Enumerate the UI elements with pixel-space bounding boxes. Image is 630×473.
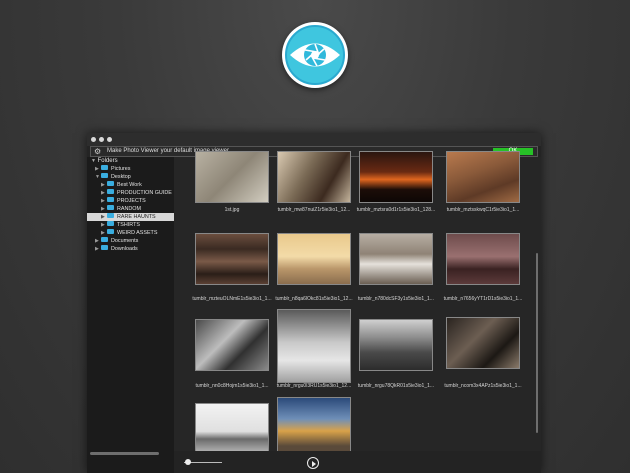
close-window-button[interactable] bbox=[91, 137, 96, 142]
thumbnail-caption: tumblr_n780dcSF3y1s5ie3io1_1... bbox=[358, 296, 434, 302]
folder-icon bbox=[101, 237, 108, 243]
play-icon[interactable] bbox=[307, 457, 319, 469]
folder-icon bbox=[107, 181, 114, 187]
sidebar-item-best-work[interactable]: ▶ Best Work bbox=[101, 181, 142, 189]
app-logo-icon bbox=[282, 22, 348, 88]
thumbnail-image[interactable] bbox=[446, 151, 520, 203]
folder-icon bbox=[101, 173, 108, 179]
thumbnail-image[interactable] bbox=[195, 319, 269, 371]
photo-viewer-window: ⚙ Make Photo Viewer your default image v… bbox=[87, 133, 541, 473]
folder-icon bbox=[107, 229, 114, 235]
sidebar-item-documents[interactable]: ▶ Documents bbox=[95, 237, 138, 245]
thumbnail-caption: tumblr_ncom3x4APz1s5ie3io1_1... bbox=[444, 383, 522, 389]
thumbnail-image[interactable] bbox=[277, 233, 351, 285]
thumbnail-image[interactable] bbox=[195, 151, 269, 203]
folder-icon bbox=[101, 245, 108, 251]
folder-icon bbox=[107, 221, 114, 227]
zoom-window-button[interactable] bbox=[107, 137, 112, 142]
thumbnail-caption: 1st.jpg bbox=[224, 207, 240, 213]
thumbnail-caption: tumblr_n7656yYT1rD1s5ie3io1_1... bbox=[443, 296, 523, 302]
sidebar-item-downloads[interactable]: ▶ Downloads bbox=[95, 245, 138, 253]
window-titlebar bbox=[87, 133, 541, 146]
sidebar-item-weird-assets[interactable]: ▶ WEIRD ASSETS bbox=[101, 229, 157, 237]
gear-icon: ⚙ bbox=[94, 147, 102, 156]
thumbnail-image[interactable] bbox=[359, 319, 433, 371]
folder-icon bbox=[107, 189, 114, 195]
thumbnail-image[interactable] bbox=[359, 233, 433, 285]
sidebar-item-desktop[interactable]: ▼ Desktop bbox=[95, 173, 131, 181]
sidebar-item-pictures[interactable]: ▶ Pictures bbox=[95, 165, 130, 173]
thumbnail-caption: tumblr_mzteuOLNmE1s5ie3io1_1... bbox=[192, 296, 272, 302]
sidebar-item-random[interactable]: ▶ RANDOM bbox=[101, 205, 141, 213]
folders-header: ▼ Folders bbox=[91, 158, 118, 164]
chevron-down-icon[interactable]: ▼ bbox=[91, 158, 96, 164]
zoom-slider-handle[interactable] bbox=[184, 459, 191, 465]
thumbnail-caption: tumblr_mw87nuiZ1r5ie3io1_12... bbox=[277, 207, 351, 213]
thumbnail-caption: tumblr_nrgu0l3RU1s5ie3io1_12... bbox=[276, 383, 352, 389]
thumbnail-grid: 1st.jpg tumblr_mw87nuiZ1r5ie3io1_12... t… bbox=[174, 151, 541, 473]
folder-icon bbox=[107, 213, 114, 219]
thumbnail-image[interactable] bbox=[195, 233, 269, 285]
sidebar-item-production-guide[interactable]: ▶ PRODUCTION GUIDE bbox=[101, 189, 172, 197]
minimize-window-button[interactable] bbox=[99, 137, 104, 142]
sidebar-scrollbar[interactable] bbox=[90, 452, 159, 455]
sidebar-item-tshirts[interactable]: ▶ TSHIRTS bbox=[101, 221, 140, 229]
sidebar-item-projects[interactable]: ▶ PROJECTS bbox=[101, 197, 146, 205]
bottom-toolbar bbox=[174, 451, 541, 473]
thumbnail-caption: tumblr_n8qa6lOkc81s5ie3io1_12... bbox=[275, 296, 353, 302]
thumbnail-image[interactable] bbox=[277, 151, 351, 203]
thumbnail-caption: tumblr_mztsskwqC1r5ie3io1_1... bbox=[446, 207, 520, 213]
thumbnail-image[interactable] bbox=[195, 403, 269, 455]
folder-icon bbox=[107, 197, 114, 203]
thumbnail-image[interactable] bbox=[277, 397, 351, 459]
folders-sidebar: ▼ Folders ▶ Pictures ▼ Desktop ▶ Best Work … bbox=[87, 157, 174, 473]
thumbnail-image[interactable] bbox=[359, 151, 433, 203]
folder-icon bbox=[101, 165, 108, 171]
thumbnail-image[interactable] bbox=[277, 309, 351, 383]
thumbnail-caption: tumblr_nrgu78QkR01s5ie3io1_1... bbox=[357, 383, 435, 389]
thumbnail-caption: tumblr_nn0c8Hojm1s5ie3io1_1... bbox=[195, 383, 269, 389]
sidebar-item-rare-haunts[interactable]: ▶ RARE HAUNTS bbox=[87, 213, 174, 221]
grid-scrollbar[interactable] bbox=[536, 253, 538, 433]
folder-icon bbox=[107, 205, 114, 211]
thumbnail-image[interactable] bbox=[446, 233, 520, 285]
thumbnail-caption: tumblr_mztsra0d1r1s5ie3io1_128... bbox=[356, 207, 436, 213]
thumbnail-image[interactable] bbox=[446, 317, 520, 369]
